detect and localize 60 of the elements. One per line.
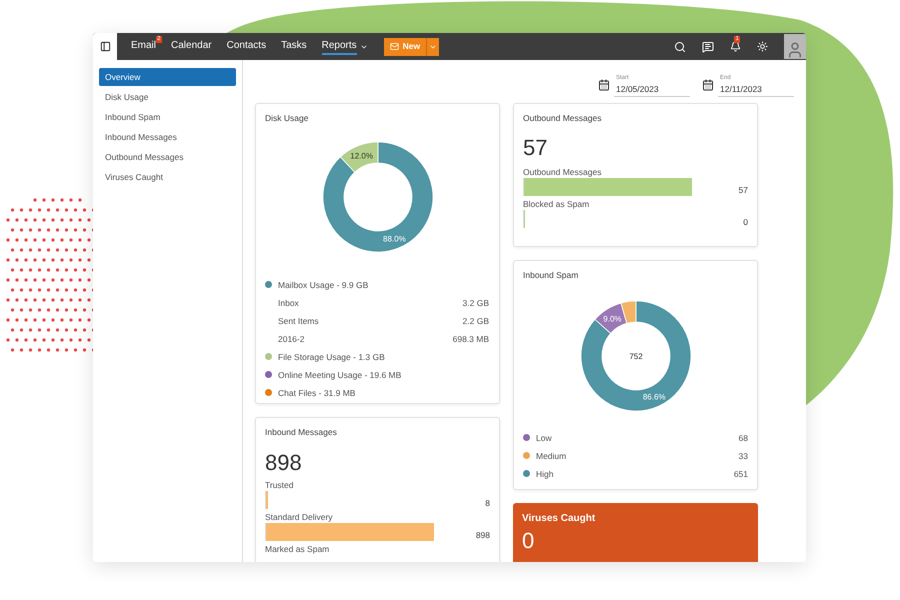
total-count: 57 <box>523 134 548 162</box>
sidebar-item[interactable]: Overview <box>99 68 236 86</box>
legend-value: 651 <box>734 468 748 480</box>
legend-value: 33 <box>738 450 748 462</box>
legend-label: Low <box>536 432 552 444</box>
search-icon[interactable] <box>674 40 686 52</box>
chat-icon[interactable] <box>702 40 714 52</box>
bar-value: 898 <box>474 529 490 542</box>
storage-item-name: Inbox <box>278 296 299 309</box>
legend-label: Chat Files - 31.9 MB <box>278 386 356 399</box>
bar-label: Blocked as Spam <box>523 198 590 210</box>
sidebar-item[interactable]: Inbound Messages <box>99 128 236 146</box>
theme-toggle-icon[interactable] <box>757 41 768 52</box>
sidebar-toggle-icon[interactable] <box>93 33 117 60</box>
total-count: 0 <box>522 527 536 555</box>
calendar-icon[interactable] <box>598 79 610 91</box>
person-silhouette-icon <box>786 41 804 59</box>
bar-label: Standard Delivery <box>265 510 334 523</box>
slice-label: 88.0% <box>382 234 406 244</box>
card-title: Outbound Messages <box>523 112 602 125</box>
nav-tab[interactable]: Email <box>131 38 156 54</box>
card-title: Inbound Spam <box>523 269 580 282</box>
legend-value: 68 <box>738 432 748 444</box>
legend-label: Online Meeting Usage - 19.6 MB <box>278 368 402 381</box>
storage-item-name: Sent Items <box>278 314 319 327</box>
storage-item-size: 3.2 GB <box>462 296 489 309</box>
bar-value: 0 <box>742 216 748 230</box>
sidebar-item[interactable]: Viruses Caught <box>99 168 236 186</box>
donut-center-value: 752 <box>628 352 642 361</box>
bar-label: Marked as Spam <box>265 542 330 555</box>
legend-label: Mailbox Usage - 9.9 GB <box>278 278 368 291</box>
card-title: Inbound Messages <box>265 426 338 439</box>
sidebar-item[interactable]: Disk Usage <box>99 88 236 106</box>
sidebar-item[interactable]: Inbound Spam <box>99 108 236 126</box>
bar-label: Trusted <box>265 478 295 491</box>
user-avatar[interactable] <box>784 34 806 59</box>
total-count: 898 <box>265 448 303 477</box>
bar-value: 8 <box>484 497 490 510</box>
notification-bell-icon[interactable] <box>730 41 741 52</box>
storage-item-name: 2016-2 <box>278 332 304 345</box>
slice-label: 9.0% <box>602 314 621 324</box>
calendar-icon[interactable] <box>702 79 714 91</box>
storage-item-size: 698.3 MB <box>452 332 489 345</box>
card-title: Disk Usage <box>265 112 310 125</box>
legend-label: Medium <box>536 450 566 462</box>
nav-tab[interactable]: Reports <box>322 38 357 54</box>
new-dropdown-button[interactable] <box>426 38 440 56</box>
bar-label: Outbound Messages <box>523 166 602 178</box>
mail-icon <box>390 42 399 51</box>
nav-tab[interactable]: Calendar <box>171 38 212 54</box>
card-title: Viruses Caught <box>522 512 596 526</box>
sidebar-item[interactable]: Outbound Messages <box>99 148 236 166</box>
slice-label: 12.0% <box>350 151 372 160</box>
legend-label: File Storage Usage - 1.3 GB <box>278 350 385 363</box>
slice-label: 86.6% <box>642 392 666 402</box>
storage-item-size: 2.2 GB <box>462 314 489 327</box>
nav-tab[interactable]: Tasks <box>281 38 307 54</box>
nav-tab[interactable]: Contacts <box>226 38 266 54</box>
legend-label: High <box>536 468 554 480</box>
bar-value: 57 <box>738 184 748 198</box>
